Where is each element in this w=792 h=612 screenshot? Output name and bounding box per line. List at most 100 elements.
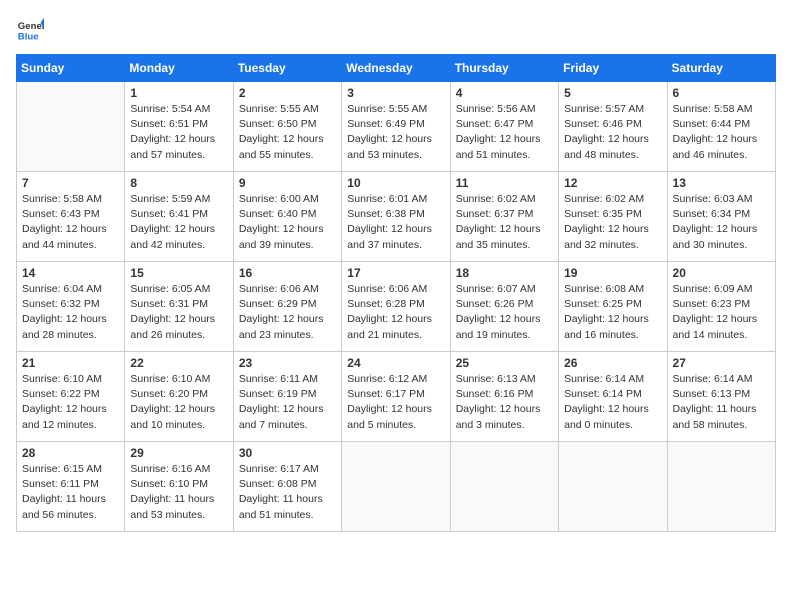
calendar-cell: 25 Sunrise: 6:13 AMSunset: 6:16 PMDayligh… bbox=[450, 352, 558, 442]
day-number: 15 bbox=[130, 266, 227, 280]
weekday-header-saturday: Saturday bbox=[667, 55, 775, 82]
calendar-cell bbox=[559, 442, 667, 532]
day-number: 14 bbox=[22, 266, 119, 280]
day-info: Sunrise: 6:16 AMSunset: 6:10 PMDaylight:… bbox=[130, 462, 227, 523]
calendar-week-row: 1Sunrise: 5:54 AMSunset: 6:51 PMDaylight… bbox=[17, 82, 776, 172]
svg-text:Blue: Blue bbox=[18, 32, 39, 43]
day-info: Sunrise: 6:00 AMSunset: 6:40 PMDaylight:… bbox=[239, 192, 336, 253]
calendar-cell bbox=[17, 82, 125, 172]
day-number: 21 bbox=[22, 356, 119, 370]
day-number: 4 bbox=[456, 86, 553, 100]
calendar-cell: 19Sunrise: 6:08 AMSunset: 6:25 PMDayligh… bbox=[559, 262, 667, 352]
day-number: 20 bbox=[673, 266, 770, 280]
day-info: Sunrise: 6:06 AMSunset: 6:28 PMDaylight:… bbox=[347, 282, 444, 343]
day-info: Sunrise: 5:55 AMSunset: 6:50 PMDaylight:… bbox=[239, 102, 336, 163]
calendar-header-row: SundayMondayTuesdayWednesdayThursdayFrid… bbox=[17, 55, 776, 82]
day-info: Sunrise: 5:55 AMSunset: 6:49 PMDaylight:… bbox=[347, 102, 444, 163]
day-info: Sunrise: 6:05 AMSunset: 6:31 PMDaylight:… bbox=[130, 282, 227, 343]
calendar-cell: 30 Sunrise: 6:17 AMSunset: 6:08 PMDayligh… bbox=[233, 442, 341, 532]
day-number: 9 bbox=[239, 176, 336, 190]
day-info: Sunrise: 6:10 AMSunset: 6:20 PMDaylight:… bbox=[130, 372, 227, 433]
calendar-cell: 27 Sunrise: 6:14 AMSunset: 6:13 PMDayligh… bbox=[667, 352, 775, 442]
day-info: Sunrise: 5:56 AMSunset: 6:47 PMDaylight:… bbox=[456, 102, 553, 163]
calendar-cell: 16 Sunrise: 6:06 AMSunset: 6:29 PMDayligh… bbox=[233, 262, 341, 352]
day-info: Sunrise: 6:13 AMSunset: 6:16 PMDaylight:… bbox=[456, 372, 553, 433]
calendar-cell: 9 Sunrise: 6:00 AMSunset: 6:40 PMDaylight… bbox=[233, 172, 341, 262]
calendar-cell bbox=[450, 442, 558, 532]
day-number: 30 bbox=[239, 446, 336, 460]
weekday-header-monday: Monday bbox=[125, 55, 233, 82]
weekday-header-wednesday: Wednesday bbox=[342, 55, 450, 82]
day-number: 3 bbox=[347, 86, 444, 100]
day-number: 18 bbox=[456, 266, 553, 280]
day-number: 27 bbox=[673, 356, 770, 370]
calendar-cell: 23 Sunrise: 6:11 AMSunset: 6:19 PMDayligh… bbox=[233, 352, 341, 442]
day-info: Sunrise: 6:04 AMSunset: 6:32 PMDaylight:… bbox=[22, 282, 119, 343]
day-info: Sunrise: 6:06 AMSunset: 6:29 PMDaylight:… bbox=[239, 282, 336, 343]
day-info: Sunrise: 6:01 AMSunset: 6:38 PMDaylight:… bbox=[347, 192, 444, 253]
day-number: 6 bbox=[673, 86, 770, 100]
day-number: 13 bbox=[673, 176, 770, 190]
day-number: 12 bbox=[564, 176, 661, 190]
page-header: General Blue bbox=[16, 16, 776, 44]
day-info: Sunrise: 6:03 AMSunset: 6:34 PMDaylight:… bbox=[673, 192, 770, 253]
logo-icon: General Blue bbox=[16, 16, 44, 44]
weekday-header-sunday: Sunday bbox=[17, 55, 125, 82]
calendar-cell: 24 Sunrise: 6:12 AMSunset: 6:17 PMDayligh… bbox=[342, 352, 450, 442]
day-number: 28 bbox=[22, 446, 119, 460]
day-number: 24 bbox=[347, 356, 444, 370]
day-number: 11 bbox=[456, 176, 553, 190]
calendar-cell: 17Sunrise: 6:06 AMSunset: 6:28 PMDayligh… bbox=[342, 262, 450, 352]
calendar-cell: 26Sunrise: 6:14 AMSunset: 6:14 PMDayligh… bbox=[559, 352, 667, 442]
calendar-cell: 21Sunrise: 6:10 AMSunset: 6:22 PMDayligh… bbox=[17, 352, 125, 442]
calendar-cell: 7 Sunrise: 5:58 AMSunset: 6:43 PMDaylight… bbox=[17, 172, 125, 262]
day-number: 16 bbox=[239, 266, 336, 280]
weekday-header-tuesday: Tuesday bbox=[233, 55, 341, 82]
day-number: 10 bbox=[347, 176, 444, 190]
day-info: Sunrise: 6:12 AMSunset: 6:17 PMDaylight:… bbox=[347, 372, 444, 433]
svg-text:General: General bbox=[18, 21, 44, 32]
weekday-header-friday: Friday bbox=[559, 55, 667, 82]
calendar-week-row: 21Sunrise: 6:10 AMSunset: 6:22 PMDayligh… bbox=[17, 352, 776, 442]
calendar-cell: 14 Sunrise: 6:04 AMSunset: 6:32 PMDayligh… bbox=[17, 262, 125, 352]
day-number: 2 bbox=[239, 86, 336, 100]
calendar-cell: 8Sunrise: 5:59 AMSunset: 6:41 PMDaylight… bbox=[125, 172, 233, 262]
calendar-cell bbox=[667, 442, 775, 532]
calendar-cell bbox=[342, 442, 450, 532]
day-info: Sunrise: 6:17 AMSunset: 6:08 PMDaylight:… bbox=[239, 462, 336, 523]
day-info: Sunrise: 5:57 AMSunset: 6:46 PMDaylight:… bbox=[564, 102, 661, 163]
calendar-cell: 3 Sunrise: 5:55 AMSunset: 6:49 PMDaylight… bbox=[342, 82, 450, 172]
calendar-cell: 28Sunrise: 6:15 AMSunset: 6:11 PMDayligh… bbox=[17, 442, 125, 532]
day-number: 5 bbox=[564, 86, 661, 100]
day-number: 25 bbox=[456, 356, 553, 370]
calendar-cell: 5 Sunrise: 5:57 AMSunset: 6:46 PMDaylight… bbox=[559, 82, 667, 172]
day-info: Sunrise: 6:02 AMSunset: 6:35 PMDaylight:… bbox=[564, 192, 661, 253]
calendar-cell: 1Sunrise: 5:54 AMSunset: 6:51 PMDaylight… bbox=[125, 82, 233, 172]
calendar-cell: 11Sunrise: 6:02 AMSunset: 6:37 PMDayligh… bbox=[450, 172, 558, 262]
calendar-cell: 6 Sunrise: 5:58 AMSunset: 6:44 PMDaylight… bbox=[667, 82, 775, 172]
calendar-week-row: 28Sunrise: 6:15 AMSunset: 6:11 PMDayligh… bbox=[17, 442, 776, 532]
calendar-cell: 4 Sunrise: 5:56 AMSunset: 6:47 PMDaylight… bbox=[450, 82, 558, 172]
day-number: 19 bbox=[564, 266, 661, 280]
calendar-cell: 18 Sunrise: 6:07 AMSunset: 6:26 PMDayligh… bbox=[450, 262, 558, 352]
day-info: Sunrise: 6:07 AMSunset: 6:26 PMDaylight:… bbox=[456, 282, 553, 343]
day-info: Sunrise: 6:14 AMSunset: 6:13 PMDaylight:… bbox=[673, 372, 770, 433]
calendar-table: SundayMondayTuesdayWednesdayThursdayFrid… bbox=[16, 54, 776, 532]
day-number: 23 bbox=[239, 356, 336, 370]
calendar-cell: 20 Sunrise: 6:09 AMSunset: 6:23 PMDayligh… bbox=[667, 262, 775, 352]
day-info: Sunrise: 6:09 AMSunset: 6:23 PMDaylight:… bbox=[673, 282, 770, 343]
day-info: Sunrise: 5:59 AMSunset: 6:41 PMDaylight:… bbox=[130, 192, 227, 253]
day-info: Sunrise: 5:58 AMSunset: 6:44 PMDaylight:… bbox=[673, 102, 770, 163]
calendar-cell: 2 Sunrise: 5:55 AMSunset: 6:50 PMDaylight… bbox=[233, 82, 341, 172]
day-number: 29 bbox=[130, 446, 227, 460]
day-number: 7 bbox=[22, 176, 119, 190]
calendar-cell: 29 Sunrise: 6:16 AMSunset: 6:10 PMDayligh… bbox=[125, 442, 233, 532]
calendar-cell: 13 Sunrise: 6:03 AMSunset: 6:34 PMDayligh… bbox=[667, 172, 775, 262]
day-number: 1 bbox=[130, 86, 227, 100]
day-info: Sunrise: 5:58 AMSunset: 6:43 PMDaylight:… bbox=[22, 192, 119, 253]
day-info: Sunrise: 6:11 AMSunset: 6:19 PMDaylight:… bbox=[239, 372, 336, 433]
calendar-week-row: 14 Sunrise: 6:04 AMSunset: 6:32 PMDayligh… bbox=[17, 262, 776, 352]
day-info: Sunrise: 6:14 AMSunset: 6:14 PMDaylight:… bbox=[564, 372, 661, 433]
calendar-cell: 22Sunrise: 6:10 AMSunset: 6:20 PMDayligh… bbox=[125, 352, 233, 442]
logo: General Blue bbox=[16, 16, 50, 44]
